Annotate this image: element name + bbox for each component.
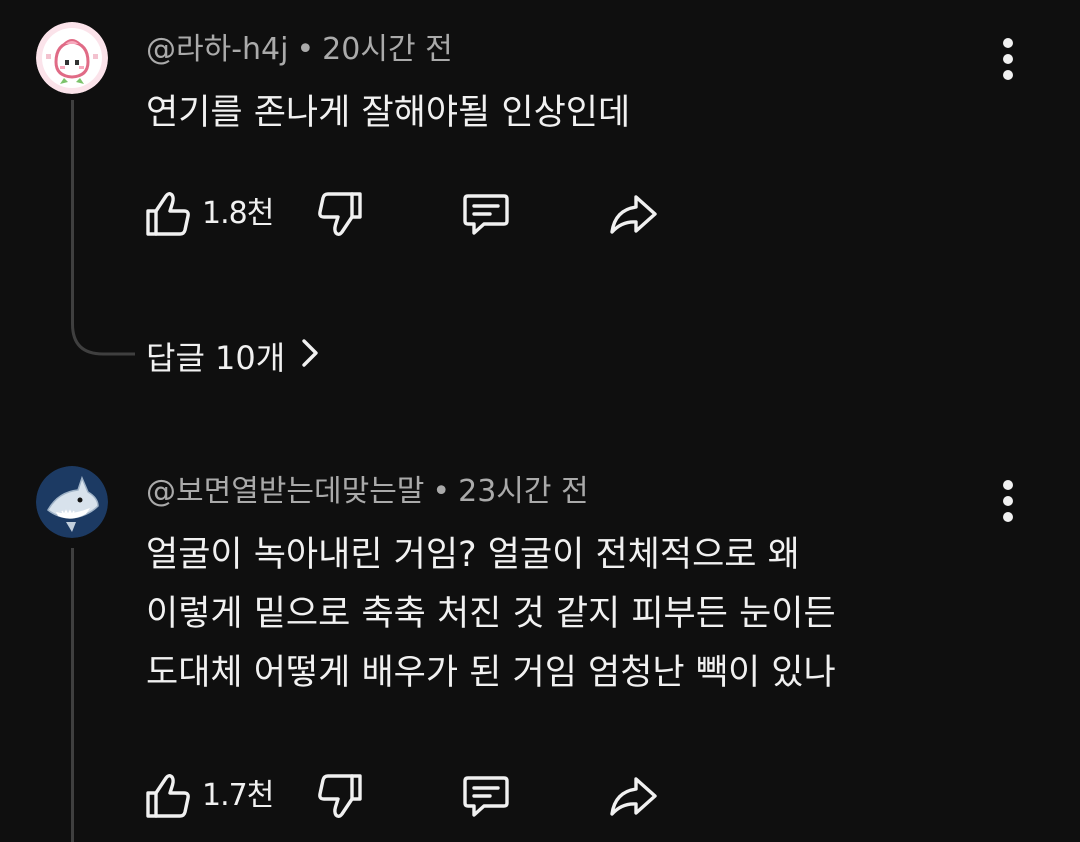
comment-text-line: 연기를 존나게 잘해야될 인상인데 [146, 93, 631, 133]
thumbs-up-icon [146, 774, 190, 818]
dislike-button[interactable] [312, 186, 368, 242]
view-replies-button[interactable]: 답글 10개 [146, 336, 319, 380]
meta-separator: • [432, 474, 451, 509]
share-button[interactable] [604, 768, 660, 824]
comment-text-line: 얼굴이 녹아내린 거임? 얼굴이 전체적으로 왜 [146, 535, 800, 575]
share-icon [610, 777, 657, 816]
avatar[interactable] [36, 466, 108, 538]
dislike-button[interactable] [312, 768, 368, 824]
shark-icon [36, 466, 108, 538]
comment-text: 얼굴이 녹아내린 거임? 얼굴이 전체적으로 왜 이렇게 밑으로 축축 처진 것… [146, 526, 836, 703]
avatar[interactable] [36, 22, 108, 94]
comment-actions: 1.8천 [140, 186, 700, 242]
more-options-button[interactable] [990, 476, 1026, 526]
replies-label: 답글 10개 [146, 339, 286, 377]
chevron-right-icon [301, 335, 319, 379]
share-button[interactable] [604, 186, 660, 242]
comment: @보면열받는데맞는말 • 23시간 전 얼굴이 녹아내린 거임? 얼굴이 전체적으로… [0, 440, 1080, 842]
peach-character-icon [36, 22, 108, 94]
more-vert-icon [1003, 480, 1013, 522]
share-icon [610, 195, 657, 234]
comment-text-line: 도대체 어떻게 배우가 된 거임 엄청난 빽이 있나 [146, 653, 836, 693]
comment-text-line: 이렇게 밑으로 축축 처진 것 같지 피부든 눈이든 [146, 594, 836, 634]
more-vert-icon [1003, 38, 1013, 80]
like-button[interactable] [140, 768, 200, 824]
meta-separator: • [296, 32, 315, 67]
comment-meta: @보면열받는데맞는말 • 23시간 전 [146, 472, 589, 512]
like-count: 1.7천 [202, 778, 274, 813]
comment-actions: 1.7천 [140, 768, 700, 824]
comment: @라하-h4j•20시간 전 연기를 존나게 잘해야될 인상인데 1.8천 [0, 0, 1080, 400]
comment-meta: @라하-h4j • 20시간 전 [146, 30, 453, 70]
thumbs-down-icon [318, 192, 362, 236]
comment-text: 연기를 존나게 잘해야될 인상인데 [146, 84, 630, 143]
author-name[interactable]: @라하-h4j [146, 32, 288, 67]
comment-icon [463, 776, 509, 817]
thumbs-up-icon [146, 192, 190, 236]
thumbs-down-icon [318, 774, 362, 818]
author-name[interactable]: @보면열받는데맞는말 [146, 474, 424, 509]
comment-icon [463, 194, 509, 235]
like-count: 1.8천 [202, 196, 274, 231]
reply-button[interactable] [458, 186, 514, 242]
timestamp: 20시간 전 [322, 32, 453, 67]
reply-button[interactable] [458, 768, 514, 824]
like-button[interactable] [140, 186, 200, 242]
timestamp: 23시간 전 [458, 474, 589, 509]
more-options-button[interactable] [990, 34, 1026, 84]
